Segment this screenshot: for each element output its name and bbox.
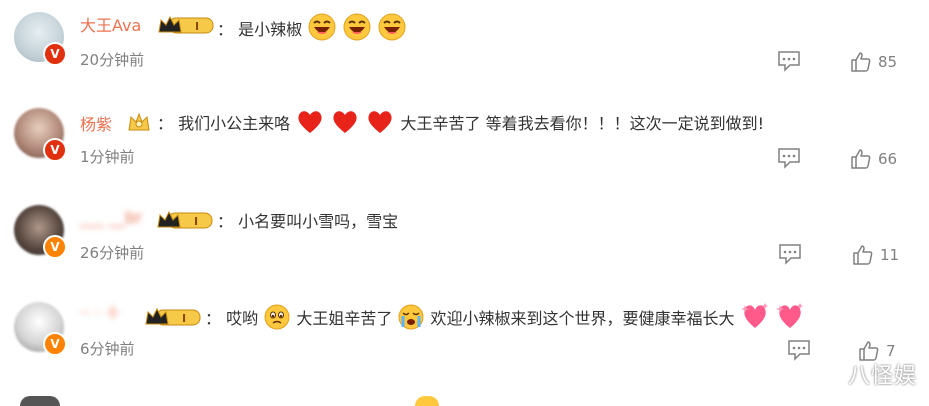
reply-icon[interactable] [777, 147, 801, 169]
reply-icon[interactable] [787, 339, 811, 361]
like-count: 66 [878, 150, 898, 168]
watermark: 八怪娱 [847, 364, 917, 389]
heart-emoji-icon [298, 111, 322, 133]
commenter-name[interactable]: ___ __br [80, 208, 142, 227]
comment-time: 26分钟前 [80, 244, 145, 262]
comment-text: ： 我们小公主来咯 大王辛苦了 等着我去看你！！！这次一定说到做到! [157, 109, 764, 135]
commenter-name[interactable]: ·· · ·I· [80, 303, 120, 322]
thumbs-up-icon [851, 149, 871, 169]
next-comment-avatar [20, 396, 60, 406]
avatar[interactable]: V [14, 205, 67, 259]
comment-text: ： 是小辣椒 [217, 13, 407, 41]
sparkle-heart-emoji-icon [775, 303, 803, 328]
comment-time: 6分钟前 [80, 340, 135, 358]
next-comment-emoji [415, 396, 439, 406]
like-button[interactable]: 85 [850, 51, 897, 73]
crown-level-badge-icon: I [157, 210, 213, 229]
avatar[interactable]: V [14, 302, 67, 356]
thumbs-up-icon [851, 52, 871, 72]
verified-badge-icon: V [43, 42, 67, 66]
heart-emoji-icon [333, 111, 357, 133]
commenter-name[interactable]: 大王Ava [80, 12, 141, 36]
sad-emoji-icon [264, 304, 290, 330]
crown-level-badge-icon: I [145, 307, 201, 326]
reply-icon[interactable] [777, 50, 801, 72]
comment-time: 1分钟前 [80, 148, 135, 166]
laugh-emoji-icon [343, 13, 371, 41]
svg-text:I: I [182, 312, 186, 325]
reply-icon[interactable] [778, 243, 802, 265]
crown-level-badge-icon: I [158, 15, 214, 34]
avatar[interactable]: V [14, 108, 67, 162]
commenter-name[interactable]: 杨紫 [80, 111, 112, 135]
thumbs-up-icon [853, 245, 873, 265]
like-count: 11 [880, 246, 900, 264]
svg-text:I: I [194, 215, 198, 228]
comment-text: ： 小名要叫小雪吗，雪宝 [217, 212, 399, 231]
verified-badge-icon: V [43, 235, 67, 259]
avatar[interactable]: V [14, 12, 67, 66]
comment-time: 20分钟前 [80, 51, 145, 69]
like-button[interactable]: 66 [850, 148, 897, 170]
comment-text: ： 哎哟 大王姐辛苦了 欢迎小辣椒来到这个世界，要健康幸福长大 [205, 302, 805, 330]
like-button[interactable]: 11 [852, 244, 899, 266]
laugh-emoji-icon [378, 13, 406, 41]
svg-text:I: I [195, 20, 199, 33]
crying-emoji-icon [398, 304, 424, 330]
like-count: 85 [878, 53, 898, 71]
laugh-emoji-icon [308, 13, 336, 41]
verified-badge-icon: V [43, 138, 67, 162]
crown-badge-icon [128, 112, 150, 131]
verified-badge-icon: V [43, 332, 67, 356]
heart-emoji-icon [368, 111, 392, 133]
sparkle-heart-emoji-icon [740, 303, 768, 328]
